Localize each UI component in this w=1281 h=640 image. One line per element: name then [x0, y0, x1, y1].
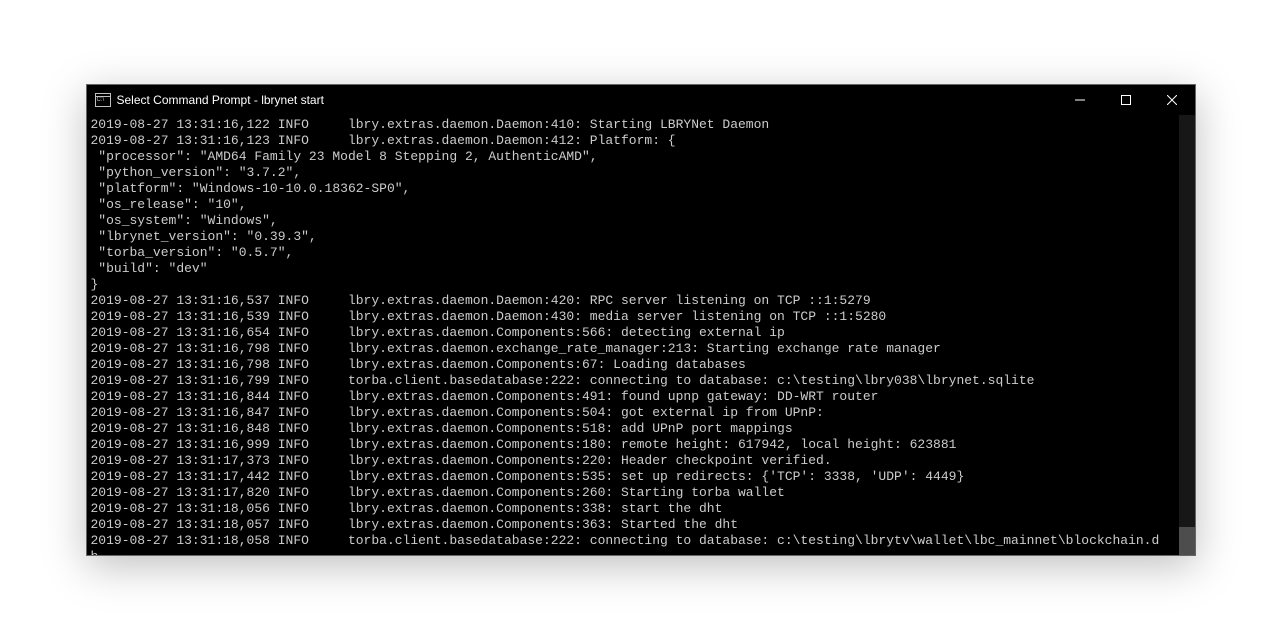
log-line: 2019-08-27 13:31:16,539 INFO lbry.extras…: [91, 309, 1191, 325]
titlebar[interactable]: Select Command Prompt - lbrynet start: [87, 85, 1195, 115]
log-line: 2019-08-27 13:31:18,056 INFO lbry.extras…: [91, 501, 1191, 517]
titlebar-left: Select Command Prompt - lbrynet start: [87, 93, 324, 107]
log-line: 2019-08-27 13:31:16,123 INFO lbry.extras…: [91, 133, 1191, 149]
log-line: 2019-08-27 13:31:16,799 INFO torba.clien…: [91, 373, 1191, 389]
log-line: b: [91, 549, 1191, 555]
window-title: Select Command Prompt - lbrynet start: [117, 93, 324, 107]
log-line: 2019-08-27 13:31:16,798 INFO lbry.extras…: [91, 341, 1191, 357]
command-prompt-icon: [95, 93, 111, 107]
log-line: "platform": "Windows-10-10.0.18362-SP0",: [91, 181, 1191, 197]
close-button[interactable]: [1149, 85, 1195, 115]
log-line: 2019-08-27 13:31:16,537 INFO lbry.extras…: [91, 293, 1191, 309]
log-line: 2019-08-27 13:31:18,057 INFO lbry.extras…: [91, 517, 1191, 533]
minimize-button[interactable]: [1057, 85, 1103, 115]
maximize-button[interactable]: [1103, 85, 1149, 115]
command-prompt-window: Select Command Prompt - lbrynet start 20…: [86, 84, 1196, 556]
log-line: "processor": "AMD64 Family 23 Model 8 St…: [91, 149, 1191, 165]
log-line: "torba_version": "0.5.7",: [91, 245, 1191, 261]
log-line: 2019-08-27 13:31:17,442 INFO lbry.extras…: [91, 469, 1191, 485]
minimize-icon: [1075, 95, 1085, 105]
log-line: "os_release": "10",: [91, 197, 1191, 213]
log-line: 2019-08-27 13:31:16,654 INFO lbry.extras…: [91, 325, 1191, 341]
scrollbar-thumb[interactable]: [1179, 527, 1195, 555]
log-line: "lbrynet_version": "0.39.3",: [91, 229, 1191, 245]
log-line: 2019-08-27 13:31:16,847 INFO lbry.extras…: [91, 405, 1191, 421]
log-line: 2019-08-27 13:31:17,820 INFO lbry.extras…: [91, 485, 1191, 501]
titlebar-controls: [1057, 85, 1195, 115]
maximize-icon: [1121, 95, 1131, 105]
terminal-body[interactable]: 2019-08-27 13:31:16,122 INFO lbry.extras…: [87, 115, 1195, 555]
log-line: 2019-08-27 13:31:16,848 INFO lbry.extras…: [91, 421, 1191, 437]
close-icon: [1167, 95, 1177, 105]
scrollbar-track[interactable]: [1179, 115, 1195, 555]
log-line: "python_version": "3.7.2",: [91, 165, 1191, 181]
log-line: 2019-08-27 13:31:18,058 INFO torba.clien…: [91, 533, 1191, 549]
log-line: }: [91, 277, 1191, 293]
log-line: 2019-08-27 13:31:16,122 INFO lbry.extras…: [91, 117, 1191, 133]
log-line: 2019-08-27 13:31:16,798 INFO lbry.extras…: [91, 357, 1191, 373]
log-line: "os_system": "Windows",: [91, 213, 1191, 229]
log-line: "build": "dev": [91, 261, 1191, 277]
terminal-content[interactable]: 2019-08-27 13:31:16,122 INFO lbry.extras…: [87, 115, 1195, 555]
log-line: 2019-08-27 13:31:16,844 INFO lbry.extras…: [91, 389, 1191, 405]
log-line: 2019-08-27 13:31:17,373 INFO lbry.extras…: [91, 453, 1191, 469]
log-line: 2019-08-27 13:31:16,999 INFO lbry.extras…: [91, 437, 1191, 453]
